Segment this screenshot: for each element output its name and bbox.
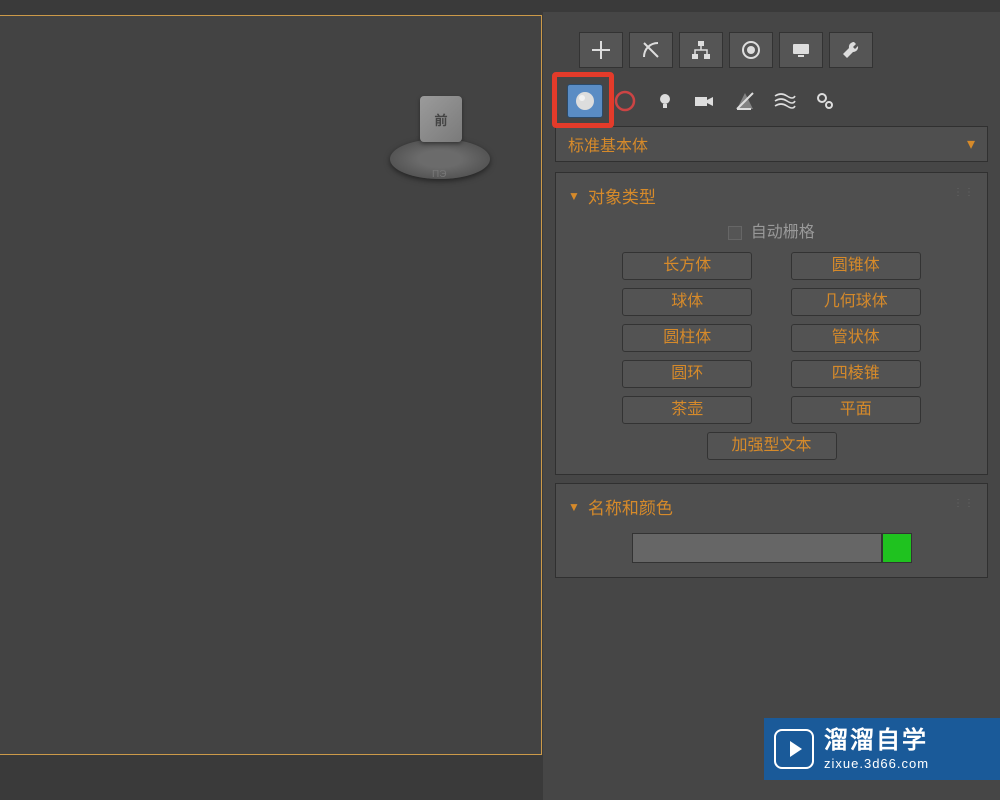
viewport[interactable]: 前 ПЭ	[0, 15, 542, 755]
btn-plane[interactable]: 平面	[791, 396, 921, 424]
btn-pyramid[interactable]: 四棱锥	[791, 360, 921, 388]
btn-cylinder[interactable]: 圆柱体	[622, 324, 752, 352]
tab-utilities[interactable]	[829, 32, 873, 68]
chevron-down-icon: ▾	[967, 134, 975, 154]
collapse-arrow-icon: ▼	[568, 500, 580, 514]
grip-icon[interactable]: ⋮⋮	[953, 498, 975, 509]
watermark-title: 溜溜自学	[824, 727, 929, 756]
tab-modify[interactable]	[629, 32, 673, 68]
collapse-arrow-icon: ▼	[568, 189, 580, 203]
btn-box[interactable]: 长方体	[622, 252, 752, 280]
watermark-logo	[774, 729, 814, 769]
tab-create[interactable]	[579, 32, 623, 68]
autogrid-checkbox-row[interactable]: 自动栅格	[568, 218, 975, 242]
helper-icon	[734, 90, 756, 112]
camera-icon	[693, 90, 717, 112]
rollout-header-name-color[interactable]: ▼ 名称和颜色 ⋮⋮	[568, 494, 975, 519]
hierarchy-icon	[690, 39, 712, 61]
btn-geosphere[interactable]: 几何球体	[791, 288, 921, 316]
btn-tube[interactable]: 管状体	[791, 324, 921, 352]
viewcube-widget[interactable]: 前 ПЭ	[390, 91, 490, 191]
subtab-shapes[interactable]	[607, 84, 643, 118]
shapes-icon	[613, 89, 637, 113]
main-tab-row	[543, 12, 1000, 74]
subtab-lights[interactable]	[647, 84, 683, 118]
tab-motion[interactable]	[729, 32, 773, 68]
subtab-systems[interactable]	[807, 84, 843, 118]
tab-hierarchy[interactable]	[679, 32, 723, 68]
geometry-category-dropdown[interactable]: 标准基本体 ▾	[555, 126, 988, 162]
sphere-icon	[573, 89, 597, 113]
checkbox-icon[interactable]	[728, 226, 742, 240]
rollout-title: 对象类型	[588, 183, 656, 208]
light-icon	[654, 90, 676, 112]
spacewarp-icon	[773, 90, 797, 112]
play-icon	[790, 741, 802, 757]
color-swatch[interactable]	[882, 533, 912, 563]
rollout-name-color: ▼ 名称和颜色 ⋮⋮	[555, 483, 988, 578]
subtab-spacewarps[interactable]	[767, 84, 803, 118]
subtab-geometry[interactable]	[567, 84, 603, 118]
modify-icon	[640, 39, 662, 61]
viewcube-face[interactable]: 前	[420, 96, 462, 142]
gears-icon	[814, 90, 836, 112]
motion-icon	[740, 39, 762, 61]
name-color-row	[568, 533, 975, 563]
watermark-url: zixue.3d66.com	[824, 756, 929, 772]
rollout-header-object-type[interactable]: ▼ 对象类型 ⋮⋮	[568, 183, 975, 208]
autogrid-label: 自动栅格	[751, 224, 815, 241]
subtab-cameras[interactable]	[687, 84, 723, 118]
create-subtab-row	[543, 74, 1000, 126]
btn-sphere[interactable]: 球体	[622, 288, 752, 316]
dropdown-label: 标准基本体	[568, 132, 648, 156]
rollout-title: 名称和颜色	[588, 494, 673, 519]
watermark: 溜溜自学 zixue.3d66.com	[764, 718, 1000, 780]
plus-icon	[590, 39, 612, 61]
grip-icon[interactable]: ⋮⋮	[953, 187, 975, 198]
btn-textplus[interactable]: 加强型文本	[707, 432, 837, 460]
btn-torus[interactable]: 圆环	[622, 360, 752, 388]
btn-teapot[interactable]: 茶壶	[622, 396, 752, 424]
object-button-grid: 长方体 圆锥体 球体 几何球体 圆柱体 管状体 圆环 四棱锥 茶壶 平面 加强型…	[568, 252, 975, 460]
display-icon	[790, 39, 812, 61]
viewcube-ring-label: ПЭ	[432, 169, 446, 180]
btn-cone[interactable]: 圆锥体	[791, 252, 921, 280]
wrench-icon	[840, 39, 862, 61]
subtab-helpers[interactable]	[727, 84, 763, 118]
command-panel: 标准基本体 ▾ ▼ 对象类型 ⋮⋮ 自动栅格 长方体 圆锥体 球体 几何球体 圆…	[543, 12, 1000, 800]
tab-display[interactable]	[779, 32, 823, 68]
watermark-text: 溜溜自学 zixue.3d66.com	[824, 727, 929, 771]
rollout-object-type: ▼ 对象类型 ⋮⋮ 自动栅格 长方体 圆锥体 球体 几何球体 圆柱体 管状体 圆…	[555, 172, 988, 475]
object-name-input[interactable]	[632, 533, 882, 563]
